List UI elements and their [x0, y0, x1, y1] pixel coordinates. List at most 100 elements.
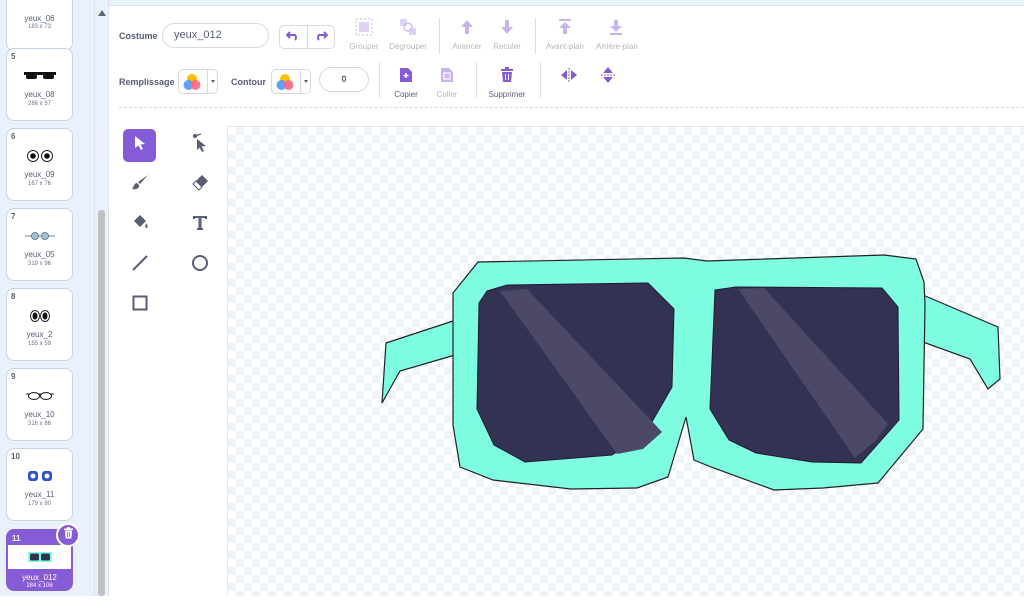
- select-tool[interactable]: [123, 129, 156, 162]
- costume-item[interactable]: 6 yeux_09 167 x 76: [6, 128, 73, 201]
- costume-thumbnail: [15, 303, 65, 329]
- ungroup-button[interactable]: Dégrouper: [388, 18, 428, 51]
- toolbar-divider: [119, 107, 1024, 108]
- paste-button[interactable]: Coller: [427, 66, 467, 99]
- chevron-down-icon: [207, 70, 218, 93]
- scroll-thumb[interactable]: [98, 210, 105, 596]
- paste-icon: [440, 67, 454, 88]
- outline-label: Contour: [231, 77, 266, 87]
- costume-number: 6: [11, 132, 16, 141]
- costume-thumbnail: [15, 63, 65, 89]
- chevron-down-icon: [300, 70, 311, 93]
- costume-thumbnail: [15, 223, 65, 249]
- rectangle-tool[interactable]: [123, 289, 156, 322]
- costume-size: 316 x 86: [27, 421, 52, 427]
- costume-size: 155 x 59: [27, 341, 52, 347]
- trash-icon: [500, 66, 514, 88]
- costume-number: 10: [11, 452, 20, 461]
- arrow-up-icon: [459, 19, 475, 40]
- costume-thumbnail: [15, 463, 65, 489]
- separator: [476, 62, 477, 98]
- line-tool[interactable]: [123, 249, 156, 282]
- copy-icon: [399, 67, 413, 88]
- fill-icon: [131, 214, 149, 237]
- flip-vertical-button[interactable]: [588, 66, 628, 88]
- undo-redo-group: [279, 25, 335, 49]
- costume-name: yeux_06: [24, 14, 55, 23]
- costume-name: yeux_2: [26, 330, 53, 339]
- ungroup-icon: [399, 18, 417, 41]
- costume-name: yeux_012: [22, 573, 57, 582]
- rectangle-icon: [132, 295, 148, 316]
- ungroup-label: Dégrouper: [389, 42, 427, 51]
- paint-editor: Costume yeux_012 Grouper Dégrouper Avanc…: [109, 6, 1024, 596]
- costume-size: 179 x 80: [27, 501, 52, 507]
- separator: [535, 18, 536, 54]
- select-icon: [133, 135, 147, 156]
- costume-size: 284 x 106: [26, 583, 53, 589]
- costume-thumbnail: [15, 143, 65, 169]
- circle-icon: [191, 254, 209, 277]
- sunglasses-drawing[interactable]: [228, 127, 1024, 597]
- undo-icon: [285, 28, 300, 46]
- front-label: Avant-plan: [545, 42, 585, 51]
- scroll-up-arrow[interactable]: [98, 10, 106, 16]
- line-icon: [131, 254, 149, 277]
- costume-number: 7: [11, 212, 16, 221]
- color-swatch-icon: [276, 73, 294, 91]
- brush-tool[interactable]: [123, 169, 156, 202]
- costume-thumbnail: [15, 0, 65, 15]
- backward-button[interactable]: Reculer: [487, 18, 527, 51]
- back-button[interactable]: Arrière-plan: [596, 18, 638, 51]
- flip-horizontal-button[interactable]: [549, 66, 589, 88]
- costume-number: 5: [11, 52, 16, 61]
- copy-button[interactable]: Copier: [386, 66, 426, 99]
- delete-button[interactable]: Supprimer: [487, 66, 527, 99]
- eraser-tool[interactable]: [183, 169, 216, 202]
- redo-button[interactable]: [308, 26, 335, 48]
- costume-list[interactable]: yeux_06 183 x 73 5 yeux_08 266 x 57 6 ye…: [0, 0, 95, 596]
- outline-width-input[interactable]: 0: [319, 67, 369, 92]
- costume-size: 167 x 76: [27, 181, 52, 187]
- reshape-tool[interactable]: [183, 129, 216, 162]
- brush-icon: [131, 174, 149, 197]
- trash-icon: [63, 526, 74, 544]
- delete-costume-button[interactable]: [56, 523, 80, 547]
- forward-button[interactable]: Avancer: [447, 18, 487, 51]
- group-icon: [355, 18, 373, 41]
- circle-tool[interactable]: [183, 249, 216, 282]
- text-tool[interactable]: [183, 209, 216, 242]
- fill-tool[interactable]: [123, 209, 156, 242]
- drawing-canvas[interactable]: [227, 126, 1024, 596]
- costume-size: 183 x 73: [27, 24, 52, 30]
- costume-number: 8: [11, 292, 16, 301]
- costume-item[interactable]: 8 yeux_2 155 x 59: [6, 288, 73, 361]
- costume-item[interactable]: yeux_06 183 x 73: [6, 0, 73, 51]
- arrow-top-icon: [557, 18, 573, 40]
- fill-label: Remplissage: [119, 77, 175, 87]
- flip-horizontal-icon: [560, 67, 578, 87]
- forward-label: Avancer: [452, 42, 482, 51]
- costume-item[interactable]: 9 yeux_10 316 x 86: [6, 368, 73, 441]
- group-button[interactable]: Grouper: [344, 18, 384, 51]
- fill-color-picker[interactable]: [178, 69, 218, 94]
- separator: [439, 18, 440, 54]
- outline-color-picker[interactable]: [271, 69, 311, 94]
- costume-name: yeux_09: [24, 170, 55, 179]
- costume-name-input[interactable]: yeux_012: [162, 23, 269, 48]
- costume-name: yeux_05: [24, 250, 55, 259]
- costume-item[interactable]: 5 yeux_08 266 x 57: [6, 48, 73, 121]
- paste-label: Coller: [436, 90, 458, 99]
- costume-item[interactable]: 7 yeux_05 319 x 96: [6, 208, 73, 281]
- undo-button[interactable]: [280, 26, 308, 48]
- front-button[interactable]: Avant-plan: [545, 18, 585, 51]
- costume-number: 11: [12, 534, 21, 543]
- text-icon: [192, 215, 208, 236]
- copy-label: Copier: [394, 90, 418, 99]
- costume-size: 266 x 57: [27, 101, 52, 107]
- backward-label: Reculer: [493, 42, 521, 51]
- delete-label: Supprimer: [488, 90, 526, 99]
- costume-item[interactable]: 10 yeux_11 179 x 80: [6, 448, 73, 521]
- costume-size: 319 x 96: [27, 261, 52, 267]
- costume-list-scrollbar[interactable]: [95, 0, 109, 596]
